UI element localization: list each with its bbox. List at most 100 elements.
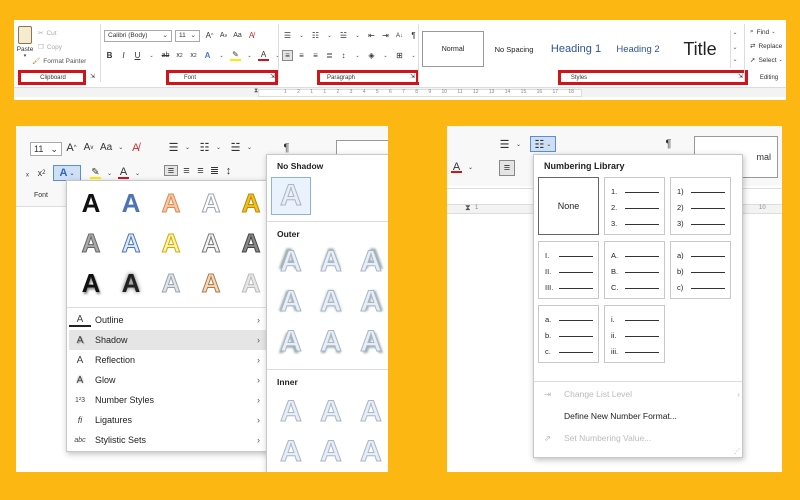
numbering-button[interactable]: ☷ ⌄ [530,136,556,152]
chevron-down-icon[interactable]: ⌄ [104,168,115,179]
menu-item-ligatures[interactable]: fi Ligatures › [69,410,266,430]
inner-shadow-swatch[interactable]: A [351,393,388,431]
font-color-icon[interactable]: A [118,166,129,179]
font-size-dropdown[interactable]: 11 ⌄ [30,142,62,156]
shrink-font-icon[interactable]: Av [83,142,94,153]
effect-swatch-10[interactable]: A [231,225,271,261]
more-icon[interactable]: ⌄ [731,54,739,66]
borders-icon[interactable]: ⊞ [394,50,405,61]
sort-icon[interactable]: A↓ [394,30,405,41]
chevron-down-icon[interactable]: ⌄ [352,30,363,41]
decrease-indent-icon[interactable]: ⇤ [366,30,377,41]
align-right-icon[interactable]: ≡ [195,165,206,177]
font-color-icon[interactable]: A [451,161,462,173]
chevron-down-icon[interactable]: ⌄ [244,50,255,61]
pilcrow-icon[interactable]: ¶ [663,138,674,150]
effect-swatch-15[interactable]: A [231,265,271,301]
menu-item-reflection[interactable]: A Reflection › [69,350,266,370]
outer-shadow-swatch[interactable]: A [271,283,311,321]
chevron-down-icon[interactable]: ⌄ [731,42,739,54]
effect-swatch-3[interactable]: A [151,185,191,221]
outer-shadow-swatch[interactable]: A [311,323,351,361]
highlight-color-icon[interactable]: ✎ [90,167,101,179]
effect-swatch-13[interactable]: A [151,265,191,301]
inner-shadow-swatch[interactable]: A [271,433,311,471]
outer-shadow-swatch[interactable]: A [271,323,311,361]
menu-item-glow[interactable]: A Glow › [69,370,266,390]
select-button[interactable]: ➚ Select ⌄ [750,56,783,65]
chevron-down-icon[interactable]: ⌄ [115,142,126,153]
chevron-down-icon[interactable]: ⌄ [213,142,224,153]
style-heading-1[interactable]: Heading 1 [546,31,606,67]
inner-shadow-swatch[interactable]: A [311,433,351,471]
clear-formatting-icon[interactable]: A̸ [246,30,257,41]
clear-formatting-icon[interactable]: A̸ [130,142,141,154]
menu-item-shadow[interactable]: A Shadow › [69,330,266,350]
text-effects-button[interactable]: A ⌄ [53,165,81,181]
bullets-icon[interactable]: ☰ [282,30,293,41]
effect-swatch-14[interactable]: A [191,265,231,301]
effect-swatch-12[interactable]: A [111,265,151,301]
superscript-icon[interactable]: x2 [188,50,199,61]
dialog-launcher-icon[interactable]: ⇲ [90,73,95,80]
effect-swatch-8[interactable]: A [151,225,191,261]
effect-swatch-11[interactable]: A [71,265,111,301]
numbering-format-option[interactable]: a) b) c) [670,241,731,299]
chevron-down-icon[interactable]: ⌄ [132,168,143,179]
multilevel-list-icon[interactable]: ☱ [230,142,241,154]
change-case-icon[interactable]: Aa [100,142,112,153]
align-left-icon[interactable]: ≡ [499,160,515,176]
menu-item-outline[interactable]: A Outline › [69,310,266,330]
outer-shadow-swatch[interactable]: A [351,243,388,281]
horizontal-ruler[interactable]: ⧗ 1 2 1 1 2 3 4 5 6 7 8 9 10 11 12 13 14 15 16 17 18 [14,87,786,97]
chevron-down-icon[interactable]: ⌄ [324,30,335,41]
inner-shadow-swatch[interactable]: A [351,433,388,471]
indent-marker-icon[interactable]: ⧗ [465,203,471,213]
effect-swatch-6[interactable]: A [71,225,111,261]
superscript-icon[interactable]: x2 [36,168,47,179]
increase-indent-icon[interactable]: ⇥ [380,30,391,41]
grow-font-icon[interactable]: A ^ [204,30,215,41]
copy-button[interactable]: ❐ Copy [38,43,62,52]
align-left-icon[interactable]: ≡ [164,165,178,177]
effect-swatch-4[interactable]: A [191,185,231,221]
resize-grip-icon[interactable]: ⋰ [734,448,740,455]
no-shadow-swatch[interactable]: A [271,177,311,215]
align-center-icon[interactable]: ≡ [181,165,192,177]
change-case-icon[interactable]: Aa [232,30,243,41]
numbering-format-option[interactable]: 1) 2) 3) [670,177,731,235]
outer-shadow-swatch[interactable]: A [311,243,351,281]
align-center-icon[interactable]: ≡ [296,50,307,61]
numbering-format-option[interactable]: a. b. c. [538,305,599,363]
effect-swatch-7[interactable]: A [111,225,151,261]
chevron-down-icon[interactable]: ⌄ [216,50,227,61]
outer-shadow-swatch[interactable]: A [311,283,351,321]
inner-shadow-swatch[interactable]: A [311,393,351,431]
chevron-down-icon[interactable]: ⌄ [244,142,255,153]
style-title[interactable]: Title [672,31,728,67]
align-left-icon[interactable]: ≡ [282,50,293,61]
font-name-dropdown[interactable]: Calibri (Body) ⌄ [104,30,172,42]
outer-shadow-swatch[interactable]: A [351,283,388,321]
grow-font-icon[interactable]: A ^ [66,142,77,154]
numbering-icon[interactable]: ☷ [199,142,210,154]
chevron-down-icon[interactable]: ⌄ [380,50,391,61]
shading-icon[interactable]: ◈ [366,50,377,61]
line-spacing-icon[interactable]: ↕ [338,50,349,61]
subscript-icon[interactable]: x2 [174,50,185,61]
menu-item-number-styles[interactable]: 1²3 Number Styles › [69,390,266,410]
numbering-format-option[interactable]: A. B. C. [604,241,665,299]
style-heading-2[interactable]: Heading 2 [610,31,666,67]
effect-swatch-2[interactable]: A [111,185,151,221]
numbering-none[interactable]: None [538,177,599,235]
font-color-icon[interactable]: A [258,50,269,61]
highlight-color-icon[interactable]: ✎ [230,50,241,61]
bullets-icon[interactable]: ☰ [499,139,510,151]
line-spacing-icon[interactable]: ↕ [223,165,234,177]
chevron-down-icon[interactable]: ⌄ [146,50,157,61]
numbering-format-option[interactable]: I. II. III. [538,241,599,299]
chevron-down-icon[interactable]: ⌄ [513,139,524,150]
style-normal[interactable]: Normal [422,31,484,67]
chevron-down-icon[interactable]: ⌄ [182,142,193,153]
style-no-spacing[interactable]: No Spacing [486,31,542,67]
